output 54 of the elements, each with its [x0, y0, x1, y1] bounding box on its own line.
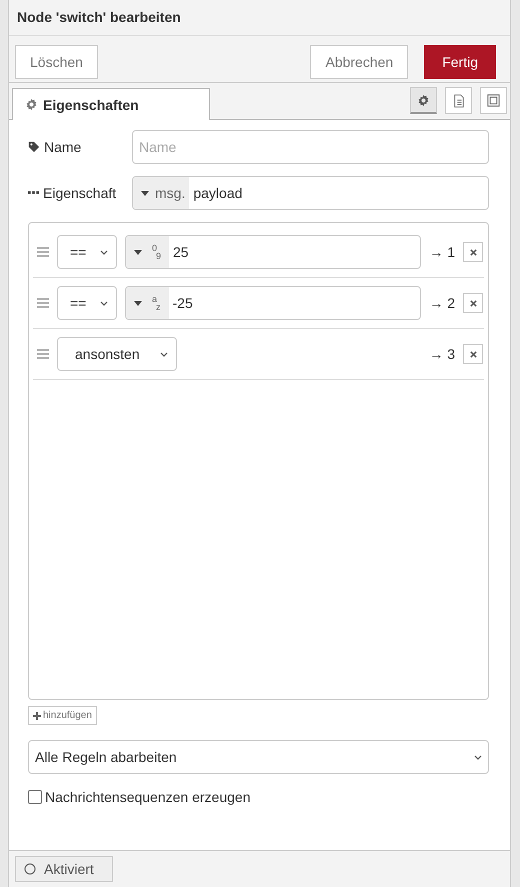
- output-label: → 1: [429, 244, 455, 260]
- chevron-icon: [160, 352, 168, 356]
- toolbar-button[interactable]: Abbrechen: [310, 45, 408, 79]
- drag-handle-icon[interactable]: [37, 247, 49, 257]
- field-value: payload: [192, 185, 242, 201]
- field-label: Eigenschaft: [28, 185, 132, 201]
- side-tab[interactable]: [410, 87, 437, 114]
- document-icon: [452, 94, 464, 108]
- drag-handle-icon[interactable]: [37, 298, 49, 308]
- chevron-icon: [100, 300, 108, 306]
- chevron-icon: [474, 754, 482, 760]
- value-field[interactable]: 0 9 25: [125, 235, 422, 269]
- plus-icon: [33, 712, 41, 720]
- name-field[interactable]: Name: [132, 130, 489, 164]
- chevron-icon: [100, 250, 108, 254]
- caret-icon: [134, 250, 142, 254]
- field-value: -25: [172, 295, 193, 311]
- mode-select[interactable]: Alle Regeln abarbeiten: [28, 740, 489, 774]
- checkbox[interactable]: [28, 790, 42, 804]
- delete-button[interactable]: [463, 242, 483, 262]
- operator-select[interactable]: ==: [57, 286, 117, 320]
- side-tab[interactable]: [480, 87, 507, 114]
- ellipsis-icon: [28, 191, 39, 195]
- close-icon: [470, 248, 476, 256]
- type-glyph: 0 9: [151, 244, 162, 260]
- enabled-toggle[interactable]: Aktiviert: [15, 856, 113, 882]
- field-label: Name: [28, 139, 132, 155]
- property-field[interactable]: msg. payload: [132, 176, 489, 210]
- output-label: → 3: [429, 346, 455, 362]
- gear-icon: [417, 94, 430, 106]
- caret-icon: [141, 190, 149, 196]
- operator-select[interactable]: ansonsten: [57, 337, 177, 371]
- output-label: → 2: [429, 295, 455, 311]
- toolbar-button[interactable]: Löschen: [15, 45, 98, 79]
- drag-handle-icon[interactable]: [37, 349, 49, 359]
- frame-icon: [486, 93, 501, 108]
- delete-button[interactable]: [463, 293, 483, 313]
- add-button[interactable]: hinzufügen: [28, 706, 97, 725]
- tab[interactable]: Eigenschaften: [12, 88, 210, 120]
- window-title: Node 'switch' bearbeiten: [9, 0, 510, 36]
- field-value: 25: [172, 244, 189, 260]
- caret-icon: [134, 300, 142, 306]
- operator-select[interactable]: ==: [57, 235, 117, 269]
- type-prefix: msg.: [155, 185, 186, 201]
- tag-icon: [28, 141, 40, 153]
- type-glyph: a z: [151, 295, 162, 311]
- done-button[interactable]: Fertig: [424, 45, 496, 79]
- delete-button[interactable]: [463, 344, 483, 364]
- value-field[interactable]: a z -25: [125, 286, 422, 320]
- close-icon: [470, 300, 476, 306]
- gear-icon: [25, 98, 38, 111]
- side-tab[interactable]: [445, 87, 472, 114]
- checkbox-label: Nachrichtensequenzen erzeugen: [45, 789, 250, 805]
- close-icon: [470, 350, 476, 358]
